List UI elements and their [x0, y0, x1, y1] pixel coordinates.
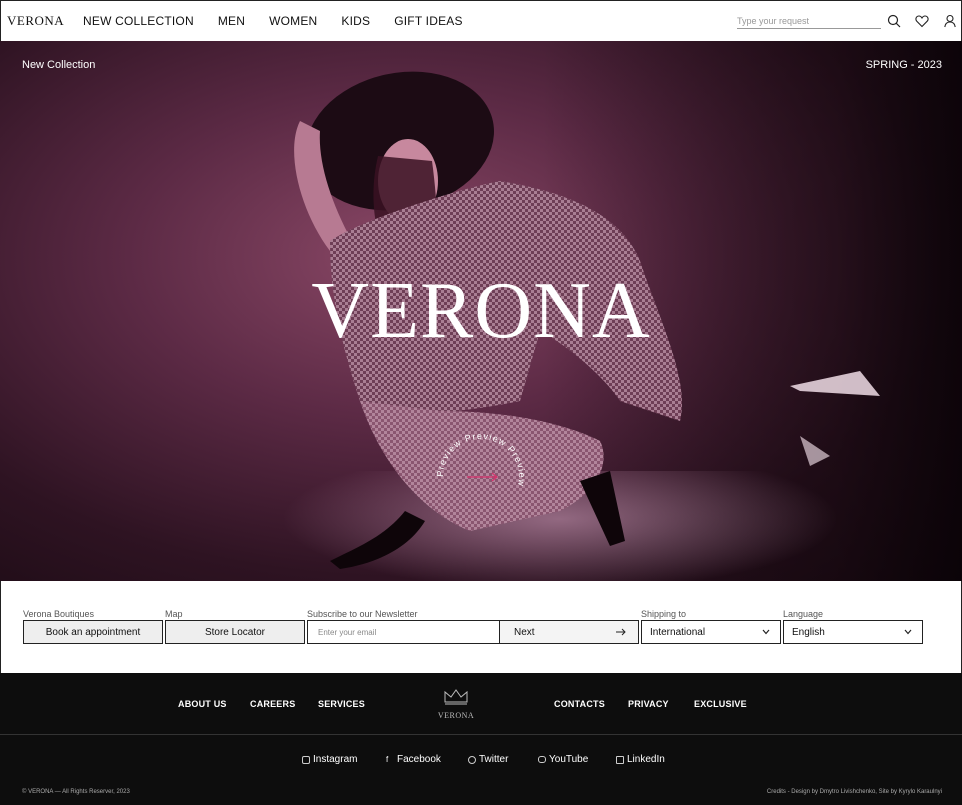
email-field[interactable]: Enter your email: [307, 620, 500, 644]
footer-divider: [0, 734, 962, 735]
linkedin-icon: [616, 755, 624, 764]
next-button-label: Next: [514, 626, 535, 638]
chevron-down-icon: [904, 629, 912, 635]
arrow-right-icon: [616, 628, 626, 636]
language-value: English: [792, 626, 825, 638]
store-locator-button[interactable]: Store Locator: [165, 620, 305, 644]
footer-logo-text: VERONA: [437, 711, 475, 720]
footer-logo[interactable]: VERONA: [436, 687, 476, 720]
nav-gift-ideas[interactable]: GIFT IDEAS: [394, 14, 462, 28]
nav-women[interactable]: WOMEN: [269, 14, 317, 28]
instagram-icon: [302, 755, 310, 764]
heart-icon[interactable]: [915, 14, 929, 28]
user-icon[interactable]: [943, 14, 957, 28]
newsletter-label: Subscribe to our Newsletter: [307, 609, 418, 619]
site-footer: ABOUT US CAREERS SERVICES CONTACTS PRIVA…: [0, 673, 962, 805]
social-linkedin-label: LinkedIn: [627, 754, 665, 765]
credits[interactable]: Credits - Design by Dmytro Livishchenko,…: [767, 789, 942, 795]
footer-link-privacy[interactable]: PRIVACY: [628, 699, 669, 709]
hero-label-left: New Collection: [22, 59, 96, 71]
social-facebook-label: Facebook: [397, 754, 441, 765]
book-appointment-button[interactable]: Book an appointment: [23, 620, 163, 644]
social-instagram[interactable]: Instagram: [302, 754, 357, 765]
utility-bar: Verona Boutiques Book an appointment Map…: [0, 581, 962, 673]
nav-kids[interactable]: KIDS: [341, 14, 370, 28]
site-header: VERONA NEW COLLECTION MEN WOMEN KIDS GIF…: [0, 0, 962, 41]
hero-label-right: SPRING - 2023: [865, 59, 942, 71]
social-instagram-label: Instagram: [313, 754, 358, 765]
copyright: © VERONA — All Rights Reserver, 2023: [22, 789, 130, 795]
shipping-label: Shipping to: [641, 609, 687, 619]
footer-link-exclusive[interactable]: EXCLUSIVE: [694, 699, 747, 709]
search-input[interactable]: Type your request: [737, 13, 881, 29]
social-facebook[interactable]: f Facebook: [386, 754, 441, 765]
arrow-right-icon: [467, 472, 498, 482]
footer-link-services[interactable]: SERVICES: [318, 699, 365, 709]
map-label: Map: [165, 609, 183, 619]
social-linkedin[interactable]: LinkedIn: [616, 754, 665, 765]
facebook-icon: f: [386, 754, 389, 764]
hero-title: VERONA: [311, 267, 651, 355]
chevron-down-icon: [762, 629, 770, 635]
youtube-icon: [538, 756, 546, 763]
main-nav: NEW COLLECTION MEN WOMEN KIDS GIFT IDEAS: [83, 14, 487, 28]
footer-link-careers[interactable]: CAREERS: [250, 699, 295, 709]
search-icon[interactable]: [887, 14, 901, 28]
social-twitter[interactable]: Twitter: [468, 754, 508, 765]
language-label: Language: [783, 609, 824, 619]
shipping-value: International: [650, 626, 706, 638]
language-select[interactable]: English: [783, 620, 923, 644]
nav-new-collection[interactable]: NEW COLLECTION: [83, 14, 194, 28]
social-youtube[interactable]: YouTube: [538, 754, 588, 765]
hero-banner: New Collection SPRING - 2023 VERONA Prev…: [0, 41, 962, 581]
social-youtube-label: YouTube: [549, 754, 589, 765]
social-twitter-label: Twitter: [479, 754, 509, 765]
twitter-icon: [468, 755, 476, 764]
nav-men[interactable]: MEN: [218, 14, 245, 28]
footer-link-contacts[interactable]: CONTACTS: [554, 699, 605, 709]
crown-icon: [444, 689, 468, 705]
preview-ring-text: Preview Preview Preview: [435, 431, 527, 488]
footer-link-about[interactable]: ABOUT US: [178, 699, 227, 709]
next-button[interactable]: Next: [499, 620, 639, 644]
logo[interactable]: VERONA: [7, 13, 77, 29]
preview-button[interactable]: Preview Preview Preview: [433, 429, 529, 525]
shipping-select[interactable]: International: [641, 620, 781, 644]
boutiques-label: Verona Boutiques: [23, 609, 95, 619]
